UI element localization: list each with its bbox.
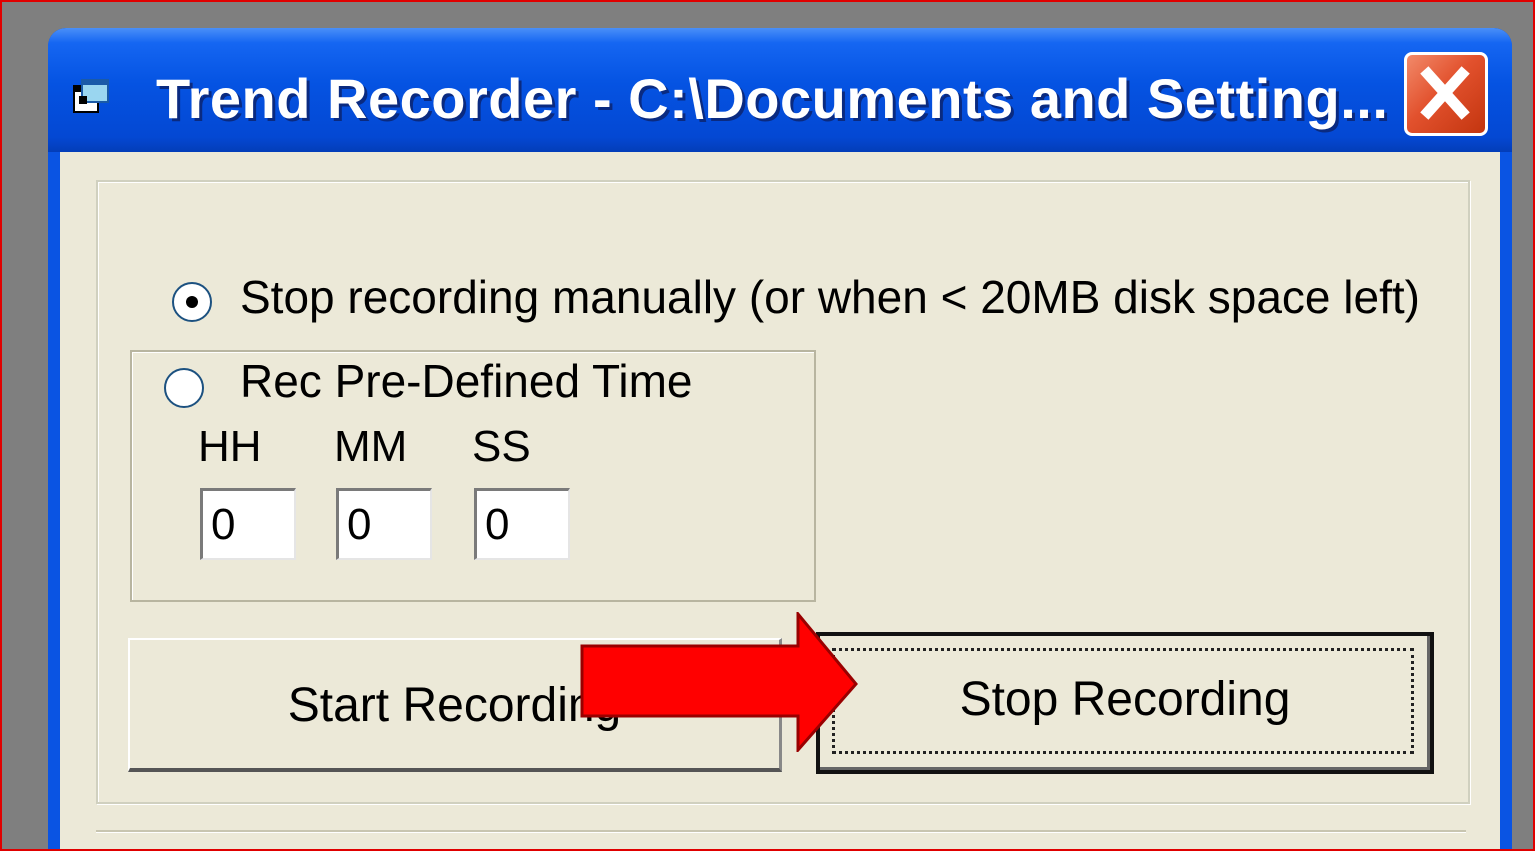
stop-recording-button[interactable]: Stop Recording — [816, 632, 1434, 774]
hh-input[interactable] — [200, 488, 296, 560]
close-button[interactable] — [1404, 52, 1488, 136]
ss-label: SS — [472, 422, 531, 471]
radio-selected-dot — [186, 296, 198, 308]
close-icon — [1420, 66, 1470, 120]
app-window-icon — [73, 79, 109, 113]
red-annotation-arrow — [580, 612, 858, 752]
window-title: Trend Recorder - C:\Documents and Settin… — [156, 67, 1389, 130]
radio-predefined-time[interactable] — [164, 368, 204, 408]
hh-label: HH — [198, 422, 262, 471]
ss-input[interactable] — [474, 488, 570, 560]
mm-input[interactable] — [336, 488, 432, 560]
mm-label: MM — [334, 422, 408, 471]
radio-stop-manually-label[interactable]: Stop recording manually (or when < 20MB … — [240, 270, 1420, 324]
radio-stop-manually[interactable] — [172, 282, 212, 322]
lower-panel-edge — [96, 830, 1466, 849]
radio-predefined-time-label[interactable]: Rec Pre-Defined Time — [240, 354, 707, 408]
title-bar[interactable]: Trend Recorder - C:\Documents and Settin… — [48, 28, 1512, 152]
stop-recording-label: Stop Recording — [959, 673, 1291, 726]
